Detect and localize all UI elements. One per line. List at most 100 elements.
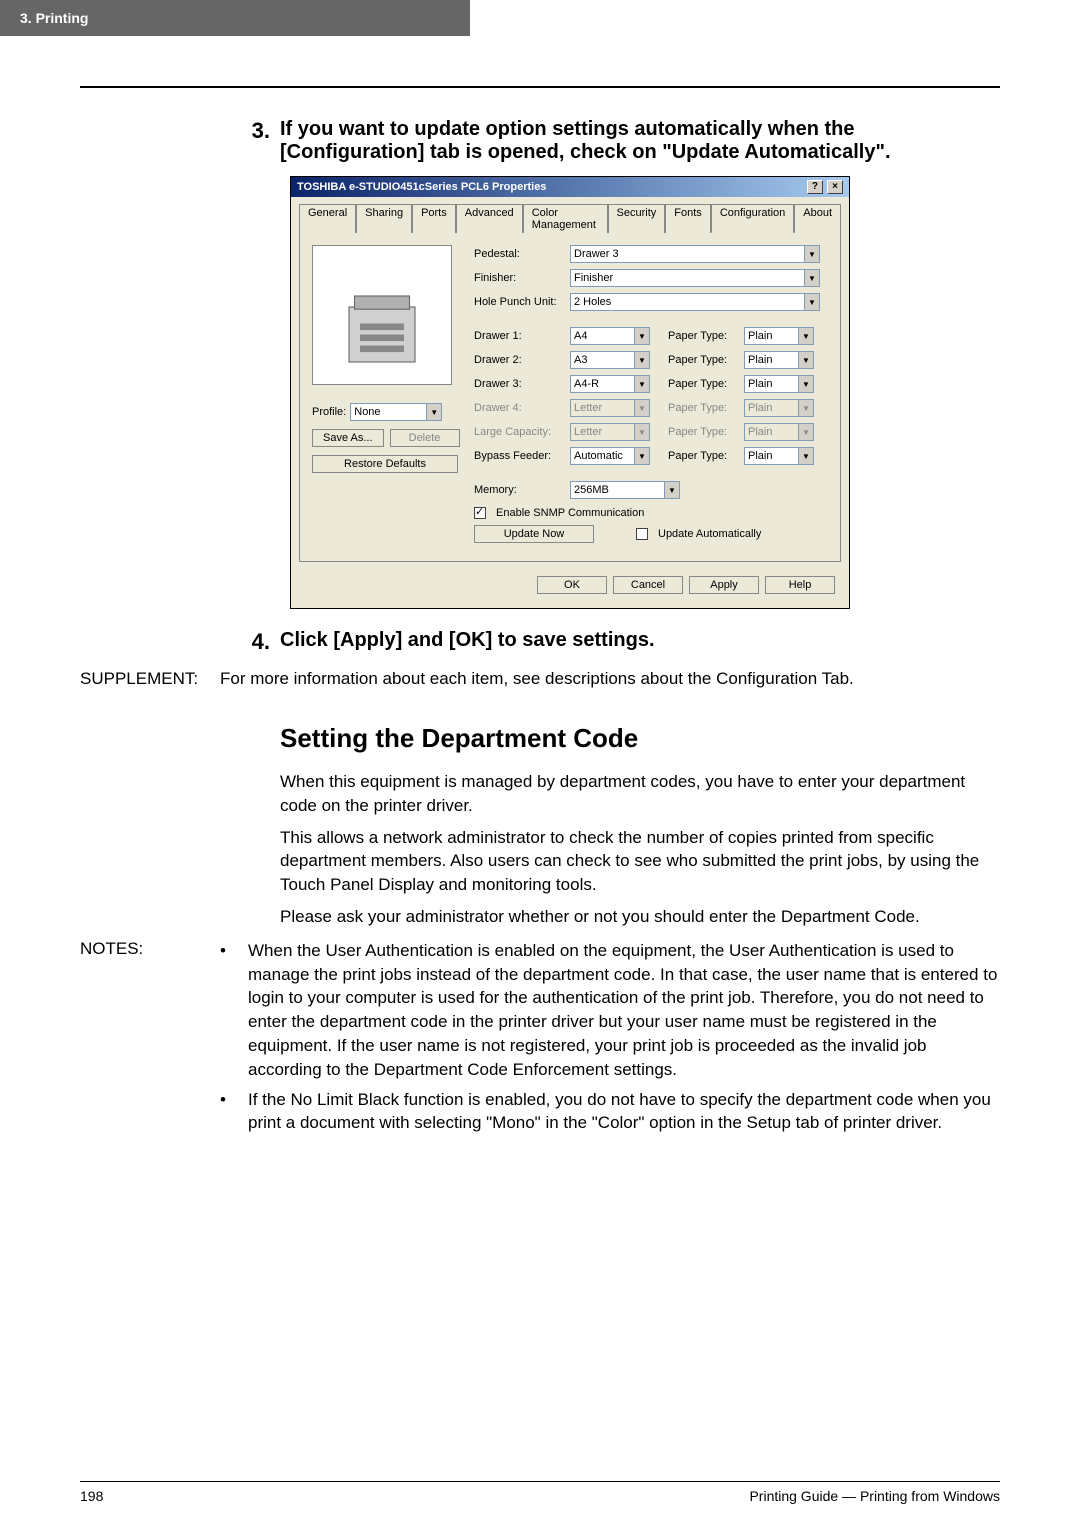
snmp-checkbox[interactable] [474, 507, 486, 519]
step-text: Click [Apply] and [OK] to save settings. [280, 629, 1000, 655]
update-auto-label: Update Automatically [658, 528, 761, 540]
papertype-label: Paper Type: [668, 402, 738, 414]
drawer-size-select[interactable]: A3▼ [570, 351, 650, 369]
dialog-titlebar: TOSHIBA e-STUDIO451cSeries PCL6 Properti… [291, 177, 849, 197]
drawer-row: Drawer 2:A3▼Paper Type:Plain▼ [474, 351, 828, 369]
tab-color-management[interactable]: Color Management [523, 204, 608, 233]
footer-right: Printing Guide — Printing from Windows [749, 1488, 1000, 1504]
drawer-type-select: Plain▼ [744, 423, 814, 441]
drawer-label: Drawer 4: [474, 402, 564, 414]
note-item: •If the No Limit Black function is enabl… [220, 1088, 1000, 1136]
holepunch-select[interactable]: 2 Holes▼ [570, 293, 820, 311]
drawer-type-value: Plain [748, 378, 772, 390]
drawer-size-select: Letter▼ [570, 423, 650, 441]
drawer-label: Drawer 1: [474, 330, 564, 342]
chevron-down-icon: ▼ [664, 482, 679, 498]
drawer-size-value: Automatic [574, 450, 623, 462]
drawer-size-value: A4 [574, 330, 587, 342]
step-3: 3. If you want to update option settings… [80, 118, 1000, 164]
pedestal-select[interactable]: Drawer 3▼ [570, 245, 820, 263]
profile-label: Profile: [312, 406, 346, 418]
delete-button: Delete [390, 429, 460, 447]
finisher-label: Finisher: [474, 272, 564, 284]
page-number: 198 [80, 1488, 103, 1504]
chevron-down-icon: ▼ [634, 328, 649, 344]
step-text: If you want to update option settings au… [280, 118, 1000, 164]
notes-label: NOTES: [80, 939, 220, 1141]
tab-fonts[interactable]: Fonts [665, 204, 711, 233]
tab-general[interactable]: General [299, 204, 356, 233]
drawer-size-select[interactable]: Automatic▼ [570, 447, 650, 465]
drawer-row: Drawer 4: Letter ▼ Paper Type: Plain ▼ [474, 399, 828, 417]
finisher-select[interactable]: Finisher▼ [570, 269, 820, 287]
step-4: 4. Click [Apply] and [OK] to save settin… [80, 629, 1000, 655]
drawer-size-select[interactable]: A4-R ▼ [570, 375, 650, 393]
drawer-size-select[interactable]: A4 ▼ [570, 327, 650, 345]
note-text: If the No Limit Black function is enable… [248, 1088, 1000, 1136]
drawer-type-select: Plain ▼ [744, 399, 814, 417]
supplement-text: For more information about each item, se… [220, 669, 1000, 689]
body-paragraph: When this equipment is managed by depart… [280, 770, 1000, 818]
chapter-header: 3. Printing [0, 0, 470, 36]
holepunch-label: Hole Punch Unit: [474, 296, 564, 308]
tab-sharing[interactable]: Sharing [356, 204, 412, 233]
papertype-label: Paper Type: [668, 330, 738, 342]
tab-advanced[interactable]: Advanced [456, 204, 523, 233]
apply-button[interactable]: Apply [689, 576, 759, 594]
ok-button[interactable]: OK [537, 576, 607, 594]
holepunch-value: 2 Holes [574, 296, 611, 308]
memory-value: 256MB [574, 484, 609, 496]
drawer-label: Drawer 3: [474, 378, 564, 390]
drawer-size-value: A4-R [574, 378, 599, 390]
chevron-down-icon: ▼ [634, 424, 649, 440]
chevron-down-icon: ▼ [634, 352, 649, 368]
tab-configuration[interactable]: Configuration [711, 204, 794, 233]
memory-select[interactable]: 256MB ▼ [570, 481, 680, 499]
save-as-button[interactable]: Save As... [312, 429, 384, 447]
papertype-label: Paper Type: [668, 354, 738, 366]
step-number: 3. [230, 118, 280, 164]
chevron-down-icon: ▼ [634, 400, 649, 416]
body-paragraph: Please ask your administrator whether or… [280, 905, 1000, 929]
chevron-down-icon: ▼ [798, 400, 813, 416]
page-footer: 198 Printing Guide — Printing from Windo… [80, 1481, 1000, 1504]
drawer-type-select[interactable]: Plain▼ [744, 447, 814, 465]
chevron-down-icon: ▼ [798, 328, 813, 344]
help-icon[interactable]: ? [807, 180, 823, 194]
chevron-down-icon: ▼ [798, 424, 813, 440]
drawer-type-select[interactable]: Plain ▼ [744, 375, 814, 393]
tab-ports[interactable]: Ports [412, 204, 456, 233]
restore-defaults-button[interactable]: Restore Defaults [312, 455, 458, 473]
dialog-title-text: TOSHIBA e-STUDIO451cSeries PCL6 Properti… [297, 181, 546, 193]
drawer-row: Drawer 1: A4 ▼ Paper Type: Plain▼ [474, 327, 828, 345]
drawer-label: Drawer 2: [474, 354, 564, 366]
drawer-label: Bypass Feeder: [474, 450, 564, 462]
drawer-type-value: Plain [748, 354, 772, 366]
chevron-down-icon: ▼ [798, 448, 813, 464]
drawer-type-value: Plain [748, 402, 772, 414]
cancel-button[interactable]: Cancel [613, 576, 683, 594]
section-heading: Setting the Department Code [280, 723, 1000, 754]
help-button[interactable]: Help [765, 576, 835, 594]
note-item: •When the User Authentication is enabled… [220, 939, 1000, 1082]
properties-dialog: TOSHIBA e-STUDIO451cSeries PCL6 Properti… [290, 176, 850, 609]
supplement-label: SUPPLEMENT: [80, 669, 220, 689]
drawer-row: Large Capacity:Letter▼Paper Type:Plain▼ [474, 423, 828, 441]
divider [80, 86, 1000, 88]
pedestal-label: Pedestal: [474, 248, 564, 260]
update-auto-checkbox[interactable] [636, 528, 648, 540]
chevron-down-icon: ▼ [634, 376, 649, 392]
note-text: When the User Authentication is enabled … [248, 939, 1000, 1082]
drawer-size-value: Letter [574, 402, 602, 414]
chevron-down-icon: ▼ [798, 376, 813, 392]
tab-security[interactable]: Security [608, 204, 666, 233]
close-icon[interactable]: × [827, 180, 843, 194]
tab-about[interactable]: About [794, 204, 841, 233]
bullet-icon: • [220, 939, 248, 1082]
update-now-button[interactable]: Update Now [474, 525, 594, 543]
finisher-value: Finisher [574, 272, 613, 284]
drawer-type-select[interactable]: Plain▼ [744, 327, 814, 345]
drawer-type-select[interactable]: Plain▼ [744, 351, 814, 369]
profile-select[interactable]: None ▼ [350, 403, 442, 421]
snmp-label: Enable SNMP Communication [496, 507, 644, 519]
